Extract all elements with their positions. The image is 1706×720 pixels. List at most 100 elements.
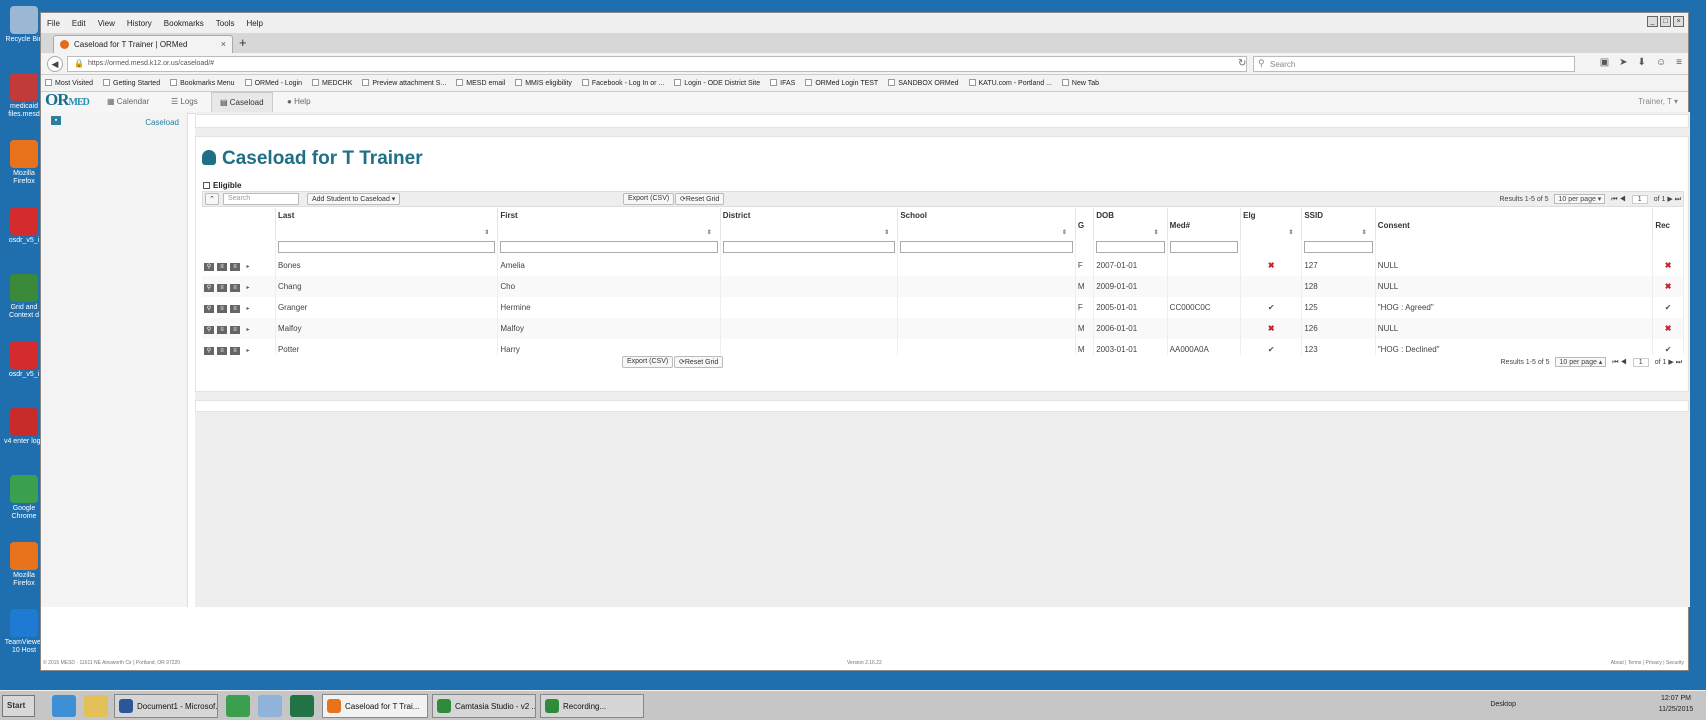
filter-dob[interactable] (1096, 241, 1165, 253)
filter-school[interactable] (900, 241, 1073, 253)
new-tab-icon[interactable]: + (239, 35, 247, 50)
nav-help[interactable]: ● Help (287, 97, 311, 106)
bookmark-item[interactable]: ORMed Login TEST (805, 79, 878, 87)
menu-edit[interactable]: Edit (72, 19, 86, 28)
expand-icon[interactable]: ▸ (243, 284, 253, 292)
chrome-icon[interactable] (226, 695, 250, 717)
next-page-icon[interactable]: ▶ (1668, 359, 1673, 366)
maximize-button[interactable]: □ (1660, 16, 1671, 27)
send-icon[interactable]: ➤ (1619, 57, 1627, 68)
browser-search-input[interactable]: ⚲ Search (1253, 56, 1575, 72)
filter-last[interactable] (277, 241, 496, 253)
menu-bookmarks[interactable]: Bookmarks (164, 19, 204, 28)
first-page-icon[interactable]: ⏮ (1611, 196, 1617, 203)
bookmark-item[interactable]: Login - ODE District Site (674, 79, 760, 87)
clock-date[interactable]: 11/25/2015 (1656, 706, 1696, 713)
menu-history[interactable]: History (127, 19, 152, 28)
filter-ssid[interactable] (1304, 241, 1373, 253)
per-page-select-bottom[interactable]: 10 per page ▴ (1555, 357, 1607, 367)
column-first[interactable]: First ⇕ (497, 208, 721, 239)
excel-icon[interactable] (290, 695, 314, 717)
url-bar[interactable]: 🔒 https://ormed.mesd.k12.or.us/caseload/… (67, 56, 1247, 72)
bookmark-item[interactable]: KATU.com - Portland ... (968, 79, 1052, 87)
per-page-select[interactable]: 10 per page ▾ (1554, 194, 1606, 204)
column-ssid[interactable]: SSID ⇕ (1301, 208, 1376, 239)
hamburger-menu-icon[interactable]: ≡ (1676, 57, 1682, 68)
expand-icon[interactable]: ▸ (243, 305, 253, 313)
first-page-icon[interactable]: ⏮ (1612, 359, 1618, 366)
filter-first[interactable] (500, 241, 718, 253)
close-tab-icon[interactable]: × (221, 39, 226, 49)
list-icon[interactable]: ≡ (217, 262, 227, 271)
grid-icon[interactable]: ≡ (230, 346, 240, 355)
calculator-icon[interactable] (258, 695, 282, 717)
menu-file[interactable]: File (47, 19, 60, 28)
table-row[interactable]: ⚲ ≡ ≡ ▸ Chang Cho M 2009-01-01 128 NULL ✖ (202, 276, 1684, 297)
footer-links[interactable]: About | Terms | Privacy | Security (1611, 660, 1684, 666)
desktop-toolbar[interactable]: Desktop (1490, 701, 1516, 708)
export-csv-button-top[interactable]: Export (CSV) (623, 193, 675, 205)
table-row[interactable]: ⚲ ≡ ≡ ▸ Bones Amelia F 2007-01-01 ✖ 127 NULL ✖ (202, 255, 1684, 276)
view-icon[interactable]: ⚲ (204, 262, 214, 271)
expand-icon[interactable]: ▸ (243, 347, 253, 355)
bookmark-item[interactable]: Most Visited (45, 79, 93, 87)
bookmark-item[interactable]: ORMed - Login (244, 79, 302, 87)
column-elg[interactable]: Elg ⇕ (1240, 208, 1303, 239)
bookmark-item[interactable]: New Tab (1061, 79, 1099, 87)
bookmark-item[interactable]: Bookmarks Menu (170, 79, 235, 87)
last-page-icon[interactable]: ⏭ (1676, 359, 1682, 366)
minimize-button[interactable]: _ (1647, 16, 1658, 27)
eligible-checkbox[interactable]: Eligible (203, 181, 241, 190)
back-icon[interactable]: ◀ (47, 56, 63, 72)
grid-icon[interactable]: ≡ (230, 283, 240, 292)
sidebar-toggle-icon[interactable]: ▪ (51, 116, 61, 125)
task-camtasia[interactable]: Camtasia Studio - v2 ... (432, 694, 536, 718)
task-word[interactable]: Document1 - Microsof... (114, 694, 218, 718)
column-last[interactable]: Last ⇕ (275, 208, 499, 239)
task-recording[interactable]: Recording... (540, 694, 644, 718)
column-dob[interactable]: DOB ⇕ (1093, 208, 1168, 239)
bookmark-item[interactable]: SANDBOX ORMed (888, 79, 959, 87)
view-icon[interactable]: ⚲ (204, 304, 214, 313)
bookmark-item[interactable]: MMIS eligibility (515, 79, 572, 87)
grid-icon[interactable]: ≡ (230, 304, 240, 313)
reset-grid-button-bottom[interactable]: ⟳Reset Grid (674, 356, 724, 368)
task-firefox-caseload[interactable]: Caseload for T Trai... (322, 694, 428, 718)
nav-caseload[interactable]: ▤ Caseload (211, 92, 273, 114)
explorer-icon[interactable] (84, 695, 108, 717)
view-icon[interactable]: ⚲ (204, 346, 214, 355)
menu-help[interactable]: Help (246, 19, 262, 28)
ie-icon[interactable] (52, 695, 76, 717)
user-menu[interactable]: Trainer, T ▾ (1638, 97, 1678, 106)
ormed-logo[interactable]: ORMED (45, 90, 90, 110)
column-consent[interactable]: Consent (1375, 208, 1654, 239)
export-csv-button-bottom[interactable]: Export (CSV) (622, 356, 674, 368)
filter-district[interactable] (722, 241, 896, 253)
filter-med[interactable] (1169, 241, 1239, 253)
nav-logs[interactable]: ☰ Logs (171, 97, 198, 106)
nav-calendar[interactable]: ▦ Calendar (107, 97, 149, 106)
prev-page-icon[interactable]: ◀ (1620, 196, 1626, 203)
tab-caseload[interactable]: Caseload for T Trainer | ORMed × (53, 35, 233, 53)
view-icon[interactable]: ⚲ (204, 283, 214, 292)
prev-page-icon[interactable]: ◀ (1621, 359, 1627, 366)
bookmark-item[interactable]: Preview attachment S... (362, 79, 446, 87)
reset-grid-button-top[interactable]: ⟳Reset Grid (675, 193, 725, 205)
page-input-bottom[interactable]: 1 (1632, 358, 1649, 367)
pocket-icon[interactable]: ▣ (1600, 57, 1609, 68)
table-row[interactable]: ⚲ ≡ ≡ ▸ Granger Hermine F 2005-01-01 CC000C0C ✔ 12… (202, 297, 1684, 318)
expand-icon[interactable]: ▸ (243, 263, 253, 271)
add-student-dropdown[interactable]: Add Student to Caseload ▾ (307, 193, 401, 205)
table-row[interactable]: ⚲ ≡ ≡ ▸ Malfoy Malfoy M 2006-01-01 ✖ 126 NULL ✖ (202, 318, 1684, 339)
next-page-icon[interactable]: ▶ (1667, 196, 1672, 203)
start-button[interactable]: Start (2, 695, 35, 717)
menu-tools[interactable]: Tools (216, 19, 235, 28)
list-icon[interactable]: ≡ (217, 283, 227, 292)
clock-time[interactable]: 12:07 PM (1656, 695, 1696, 702)
grid-search-input[interactable]: Search (223, 193, 299, 205)
list-icon[interactable]: ≡ (217, 304, 227, 313)
last-page-icon[interactable]: ⏭ (1675, 196, 1681, 203)
sidebar-item-caseload[interactable]: Caseload (145, 118, 179, 127)
page-input[interactable]: 1 (1631, 195, 1648, 204)
bookmark-item[interactable]: IFAS (770, 79, 795, 87)
